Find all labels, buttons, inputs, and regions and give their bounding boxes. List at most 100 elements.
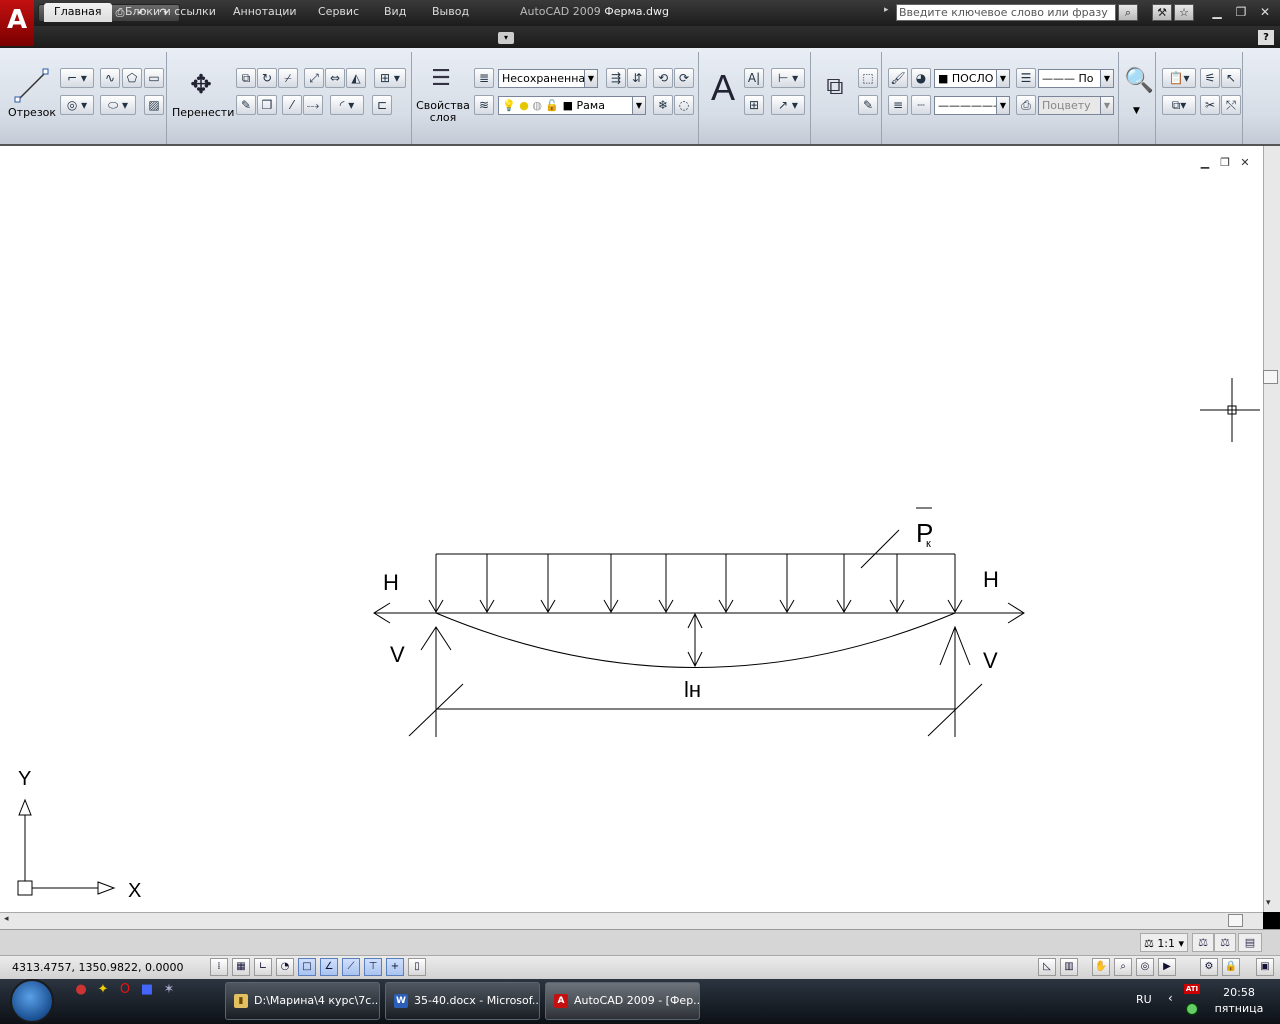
plot-style-icon[interactable]: ⎙ [1016,95,1036,115]
task-autocad[interactable]: A AutoCAD 2009 - [Фер... [545,982,700,1020]
polyline-icon[interactable]: ⌐ ▾ [60,68,94,88]
settings-gear-icon[interactable]: ⚙ [1200,958,1218,976]
color-wheel-icon[interactable]: ◕ [911,68,931,88]
opera-icon[interactable]: O [116,981,134,999]
circle-icon[interactable]: ◎ ▾ [60,95,94,115]
workspace-icon[interactable]: ▤ [1238,933,1262,952]
minimize-button[interactable]: ▁ [1206,3,1228,21]
trim-icon[interactable]: ⌿ [278,68,298,88]
ducs-icon[interactable]: ⟋ [342,958,360,976]
erase-icon[interactable]: ✎ [236,95,256,115]
single-line-text-icon[interactable]: A| [744,68,764,88]
layer-previous-icon[interactable]: ⇶ [606,68,626,88]
select-icon[interactable]: ↖ [1221,68,1241,88]
edit-block-icon[interactable]: ✎ [858,95,878,115]
close-button[interactable]: ✕ [1254,3,1276,21]
extend-icon[interactable]: ⤏ [303,95,323,115]
layer-unisolate-icon[interactable]: ⟳ [674,68,694,88]
linetype-icon[interactable]: ┈ [911,95,931,115]
scale-icon[interactable]: ⤢ [304,68,324,88]
horizontal-scroll-thumb[interactable] [1228,914,1243,927]
tab-tools[interactable]: Сервис [308,3,369,22]
layer-off-icon[interactable]: ◌ [674,95,694,115]
ortho-icon[interactable]: ∟ [254,958,272,976]
create-block-icon[interactable]: ⬚ [858,68,878,88]
layer-state-icon[interactable]: ≣ [474,68,494,88]
tab-home[interactable]: Главная [44,3,112,22]
polygon-icon[interactable]: ⬠ [122,68,142,88]
line-tool-icon[interactable] [14,68,50,104]
dyn-icon[interactable]: ⊤ [364,958,382,976]
move-tool-icon[interactable]: ✥ [186,70,216,100]
spline-icon[interactable]: ∿ [100,68,120,88]
quicklaunch-icon-1[interactable]: ● [72,981,90,999]
offset-icon[interactable]: ⊏ [372,95,392,115]
multiline-text-icon[interactable]: A [706,68,740,108]
otrack-icon[interactable]: ∠ [320,958,338,976]
paste-icon[interactable]: 📋▾ [1162,68,1196,88]
layer-isolate-icon[interactable]: ⟲ [653,68,673,88]
list-icon[interactable]: ≡ [888,95,908,115]
insert-block-icon[interactable]: ⧉ [818,72,852,104]
coordinate-readout[interactable]: 4313.4757, 1350.9822, 0.0000 [12,961,183,974]
leader-icon[interactable]: ↗ ▾ [771,95,805,115]
layer-freeze-icon[interactable]: ❄ [653,95,673,115]
color-combo[interactable]: ■ ПОСЛО ▼ [934,69,1010,88]
vertical-scrollbar[interactable] [1263,146,1280,912]
search-icon[interactable]: ⌕ [1118,4,1138,21]
show-hidden-icons-icon[interactable]: ‹ [1168,991,1173,1005]
hatch-icon[interactable]: ▨ [144,95,164,115]
rectangle-icon[interactable]: ▭ [144,68,164,88]
cut-icon[interactable]: ✂ [1200,95,1220,115]
layer-state-combo[interactable]: Несохраненная ▼ [498,69,598,88]
annotation-scale[interactable]: ⚖ 1:1 ▾ [1140,933,1188,952]
annotation-visibility-icon[interactable]: ⚖ [1192,933,1214,952]
rotate-icon[interactable]: ↻ [257,68,277,88]
clock[interactable]: 20:58 пятница [1214,985,1264,1017]
application-menu-button[interactable]: A [0,0,34,46]
table-icon[interactable]: ⊞ [744,95,764,115]
tab-blocks[interactable]: Блоки и ссылки [115,3,226,22]
steering-wheel-icon[interactable]: ◎ [1136,958,1154,976]
clean-screen-icon[interactable]: ▣ [1256,958,1274,976]
quicklaunch-icon-2[interactable]: ✦ [94,981,112,999]
ellipse-icon[interactable]: ⬭ ▾ [100,95,136,115]
osnap-icon[interactable]: □ [298,958,316,976]
communication-center-icon[interactable]: ⚒ [1152,4,1172,21]
quicklaunch-icon-5[interactable]: ✶ [160,981,178,999]
lineweight-icon[interactable]: ☰ [1016,68,1036,88]
language-indicator[interactable]: RU [1136,993,1152,1006]
array-icon[interactable]: ⊞ ▾ [374,68,406,88]
model-icon[interactable]: ◺ [1038,958,1056,976]
zoom-status-icon[interactable]: ⌕ [1114,958,1132,976]
horizontal-scrollbar[interactable] [0,912,1263,929]
layer-properties-label[interactable]: Свойства слоя [414,100,472,124]
vertical-scroll-thumb[interactable] [1263,370,1278,384]
start-button[interactable] [10,979,54,1023]
task-explorer[interactable]: ▮ D:\Марина\4 курс\7с... [225,982,380,1020]
network-icon[interactable] [1186,1003,1198,1015]
layout-icon[interactable]: ▥ [1060,958,1078,976]
pan-icon[interactable]: ✋ [1092,958,1110,976]
copy-icon[interactable]: ⧉ [236,68,256,88]
mirror-icon[interactable]: ◭ [346,68,366,88]
layer-walk-icon[interactable]: ≋ [474,95,494,115]
explode-icon[interactable]: ❒ [257,95,277,115]
break-icon[interactable]: ⁄ [282,95,302,115]
polar-icon[interactable]: ◔ [276,958,294,976]
grid-icon[interactable]: ▦ [232,958,250,976]
quick-properties-icon[interactable]: ▯ [408,958,426,976]
tab-view[interactable]: Вид [374,3,416,22]
ribbon-minimize-icon[interactable]: ▾ [498,32,514,44]
autoscale-icon[interactable]: ⚖ [1214,933,1236,952]
restore-button[interactable]: ❐ [1230,3,1252,21]
tab-annotations[interactable]: Аннотации [223,3,307,22]
lineweight-toggle-icon[interactable]: + [386,958,404,976]
match-properties-icon[interactable]: 🖌 [888,68,908,88]
snap-icon[interactable]: ⁞ [210,958,228,976]
tab-output[interactable]: Вывод [422,3,479,22]
favorites-star-icon[interactable]: ☆ [1174,4,1194,21]
quick-select-icon[interactable]: ⚟ [1200,68,1220,88]
dimension-icon[interactable]: ⊢ ▾ [771,68,805,88]
help-icon[interactable]: ? [1258,30,1274,45]
